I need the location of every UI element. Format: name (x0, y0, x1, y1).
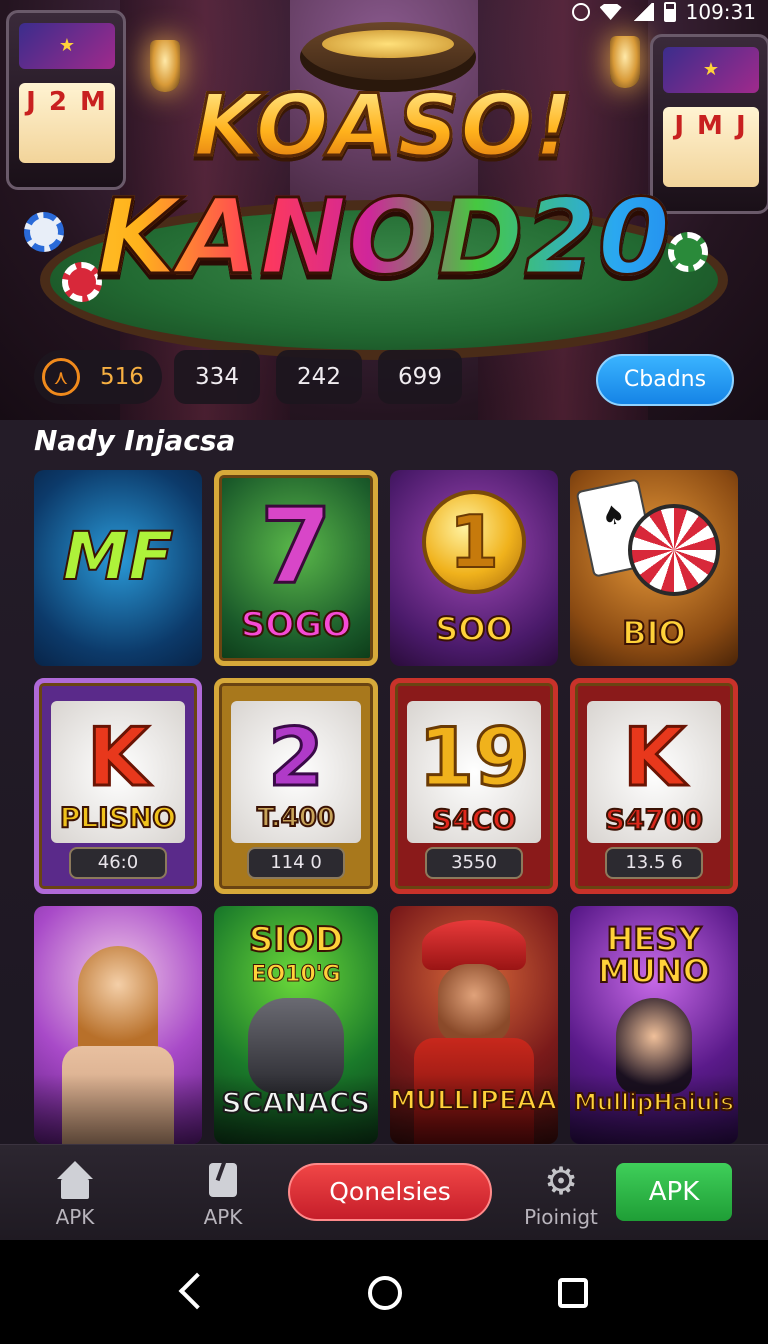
nav-item-apk[interactable]: APK (178, 1161, 268, 1229)
game-subtitle: MUNO (597, 951, 711, 991)
timer-icon: ⋏ (42, 358, 80, 396)
stat-pill[interactable]: 242 (276, 350, 362, 404)
status-bar: 109:31 (571, 0, 756, 24)
home-circle-icon[interactable] (368, 1276, 402, 1310)
stats-bar: ⋏ 516 334 242 699 Cbadns (34, 350, 734, 406)
status-time: 109:31 (685, 0, 756, 24)
jackpot-value: 3550 (425, 847, 523, 879)
claim-button[interactable]: Cbadns (596, 354, 734, 406)
stat-value-first: 516 (100, 364, 144, 390)
game-title: MULLIPEAAS (390, 1085, 558, 1117)
game-title: MullipHaiuis (573, 1089, 735, 1117)
game-card[interactable]: 1 SOO (390, 470, 558, 666)
game-title: SOO (434, 609, 513, 649)
game-card[interactable]: K PLISNO 46:0 (34, 678, 202, 894)
game-subtitle: EO10'G (251, 962, 341, 988)
game-card[interactable]: ♠ BIO (570, 470, 738, 666)
game-title: S4CO (431, 802, 517, 837)
nav-item-settings[interactable]: ⚙ Pioinigt (516, 1161, 606, 1229)
document-icon (201, 1161, 245, 1201)
game-title: S4700 (604, 802, 704, 837)
game-glyph: 2 (267, 710, 326, 806)
game-card[interactable]: 2 T.400 114 0 (214, 678, 378, 894)
slot-marquee-left: ★ (19, 23, 115, 69)
game-card[interactable] (34, 906, 202, 1144)
sync-icon (571, 3, 590, 21)
logo-line-2: KANOD20 (0, 175, 768, 300)
nav-item-home[interactable]: APK (30, 1161, 120, 1229)
stat-pill[interactable]: 699 (378, 350, 462, 404)
game-list: Nady Injacsa MF 7 SOGO 1 SOO ♠ BIO K PLI… (0, 420, 768, 1144)
wifi-icon (599, 4, 622, 20)
game-title: SCANACS (221, 1085, 372, 1120)
jackpot-value: 13.5 6 (605, 847, 703, 879)
game-card[interactable]: HESY MUNO MullipHaiuis (570, 906, 738, 1144)
game-title: SOGO (240, 604, 352, 646)
game-card[interactable]: MF (34, 470, 202, 666)
game-card[interactable]: MULLIPEAAS (390, 906, 558, 1144)
game-title: BIO (621, 613, 687, 653)
game-card[interactable]: SIOD EO10'G SCANACS (214, 906, 378, 1144)
jackpot-value: 46:0 (69, 847, 167, 879)
nav-label: APK (55, 1205, 95, 1229)
center-action-button[interactable]: Qonelsies (288, 1163, 492, 1221)
character-art (438, 964, 510, 1042)
game-card[interactable]: K S4700 13.5 6 (570, 678, 738, 894)
game-glyph: 7 (258, 484, 333, 609)
gear-icon: ⚙ (543, 1159, 579, 1203)
logo-line-1: KOASO! (0, 75, 768, 178)
game-title: MF (62, 517, 175, 596)
recents-icon[interactable] (558, 1278, 588, 1308)
section-title: Nady Injacsa (34, 424, 236, 457)
bottom-nav: APK APK Qonelsies ⚙ Pioinigt APK (0, 1144, 768, 1240)
back-icon[interactable] (178, 1272, 216, 1310)
system-nav-bar (0, 1240, 768, 1344)
game-title-top: SIOD (248, 919, 344, 961)
coin-icon: 1 (422, 490, 526, 594)
game-card[interactable]: 19 S4CO 3550 (390, 678, 558, 894)
game-glyph: K (622, 710, 687, 806)
game-title: PLISNO (59, 800, 177, 835)
battery-icon (663, 2, 676, 22)
game-glyph: K (86, 710, 151, 806)
hat-art (422, 920, 526, 970)
game-glyph: 19 (417, 710, 531, 806)
game-title: T.400 (256, 802, 336, 834)
home-icon (53, 1161, 97, 1201)
nav-label: APK (203, 1205, 243, 1229)
stat-timer[interactable]: ⋏ 516 (34, 350, 162, 404)
hero-banner: ★ J 2 M ★ J M J KOASO! KANOD20 109:31 ⋏ … (0, 0, 768, 420)
signal-icon (631, 3, 654, 21)
apk-download-button[interactable]: APK (616, 1163, 732, 1221)
jackpot-value: 114 0 (247, 847, 345, 879)
roulette-icon (628, 504, 720, 596)
nav-label: Pioinigt (524, 1205, 598, 1229)
character-art (78, 946, 158, 1056)
game-glyph: 1 (448, 499, 500, 585)
game-card[interactable]: 7 SOGO (214, 470, 378, 666)
stat-pill[interactable]: 334 (174, 350, 260, 404)
